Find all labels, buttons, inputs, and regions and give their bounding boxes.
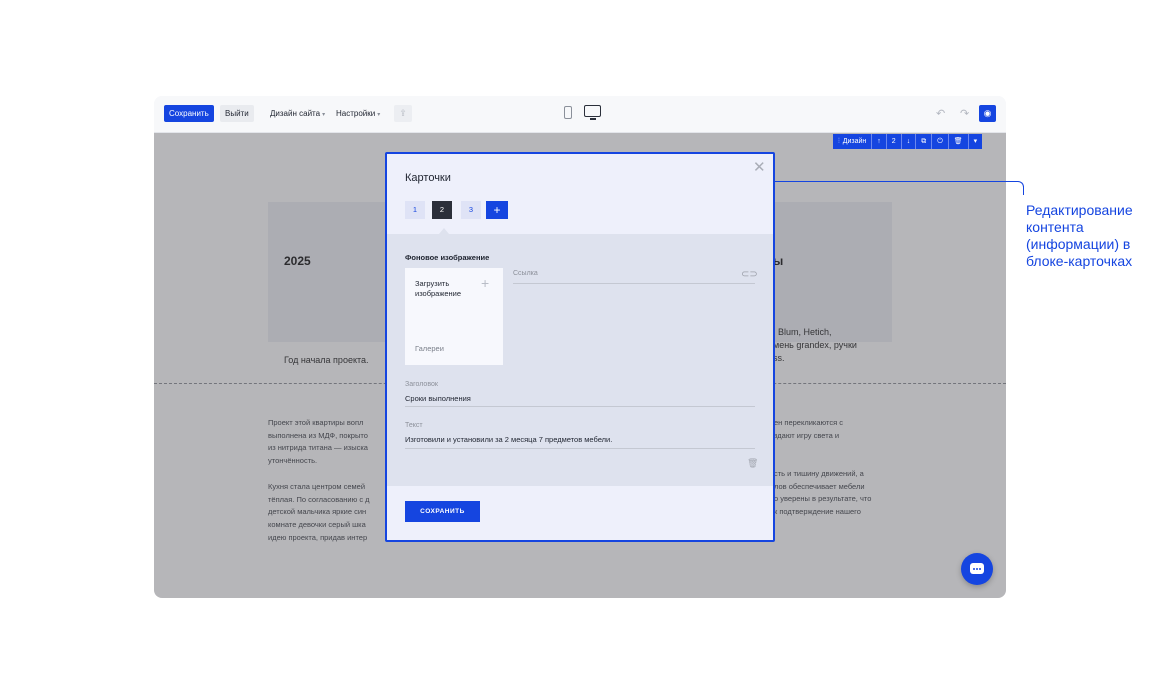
upload-label: Загрузить изображение <box>415 279 462 298</box>
trash-icon[interactable]: 🗑 <box>747 458 758 469</box>
gallery-link[interactable]: Галереи <box>415 344 444 353</box>
upload-image-area[interactable]: Загрузить изображение + Галереи <box>405 268 503 365</box>
link-field[interactable]: Ссылка <box>513 270 538 277</box>
eye-icon[interactable]: ◉ <box>979 105 996 122</box>
heading-input[interactable]: Сроки выполнения <box>405 394 471 403</box>
block-position: 2 <box>887 134 902 149</box>
chevron-down-icon: ▾ <box>377 112 381 118</box>
tab-card-1[interactable]: 1 <box>405 201 425 219</box>
modal-body: Фоновое изображение Загрузить изображени… <box>387 234 773 486</box>
tab-card-2[interactable]: 2 <box>432 201 452 219</box>
modal-title: Карточки <box>405 172 451 184</box>
text-label: Текст <box>405 422 423 429</box>
cards-modal: Карточки ✕ 1 2 3 + Фоновое изображение З… <box>385 152 775 542</box>
design-button[interactable]: ⫶ Дизайн <box>833 134 873 149</box>
mobile-icon[interactable] <box>564 106 572 119</box>
exit-button[interactable]: Выйти <box>220 105 254 122</box>
desktop-icon[interactable] <box>584 105 601 117</box>
plus-icon[interactable]: + <box>481 275 489 291</box>
chat-icon <box>970 563 984 574</box>
settings-label: Настройки <box>336 109 376 118</box>
undo-icon[interactable]: ↶ <box>936 107 945 120</box>
text-underline <box>405 448 755 449</box>
add-card-button[interactable]: + <box>486 201 508 219</box>
tab-card-3[interactable]: 3 <box>461 201 481 219</box>
text-input[interactable]: Изготовили и установили за 2 месяца 7 пр… <box>405 435 612 444</box>
heading-label: Заголовок <box>405 381 438 388</box>
close-icon[interactable]: ✕ <box>753 160 766 175</box>
settings-menu[interactable]: Настройки ▾ <box>336 105 380 122</box>
save-button[interactable]: Сохранить <box>164 105 214 122</box>
delete-icon[interactable]: 🗑 <box>949 134 969 149</box>
chevron-down-icon[interactable]: ▾ <box>969 134 983 149</box>
callout-connector <box>775 181 1024 195</box>
site-design-label: Дизайн сайта <box>270 109 321 118</box>
block-toolbar: ⫶ Дизайн ↑ 2 ↓ ⧉ ⏻ 🗑 ▾ <box>833 134 983 149</box>
modal-save-button[interactable]: СОХРАНИТЬ <box>405 501 480 522</box>
heading-underline <box>405 406 755 407</box>
redo-icon[interactable]: ↷ <box>960 107 969 120</box>
link-icon: ⊂⊃ <box>741 269 758 280</box>
arrow-up-icon[interactable]: ↑ <box>872 134 887 149</box>
callout-annotation: Редактирование контента (информации) в б… <box>1026 202 1133 269</box>
link-underline <box>513 283 755 284</box>
power-icon[interactable]: ⏻ <box>932 134 949 149</box>
share-icon[interactable]: ⇪ <box>394 105 412 122</box>
design-label: Дизайн <box>842 138 867 145</box>
chevron-down-icon: ▾ <box>322 112 326 118</box>
arrow-down-icon[interactable]: ↓ <box>902 134 917 149</box>
editor-toolbar: Сохранить Выйти Дизайн сайта ▾ Настройки ▾… <box>154 96 1006 133</box>
chat-button[interactable] <box>961 553 993 585</box>
site-design-menu[interactable]: Дизайн сайта ▾ <box>270 105 325 122</box>
desktop-stand <box>590 118 596 120</box>
section-title: Фоновое изображение <box>405 253 490 262</box>
copy-icon[interactable]: ⧉ <box>916 134 933 149</box>
